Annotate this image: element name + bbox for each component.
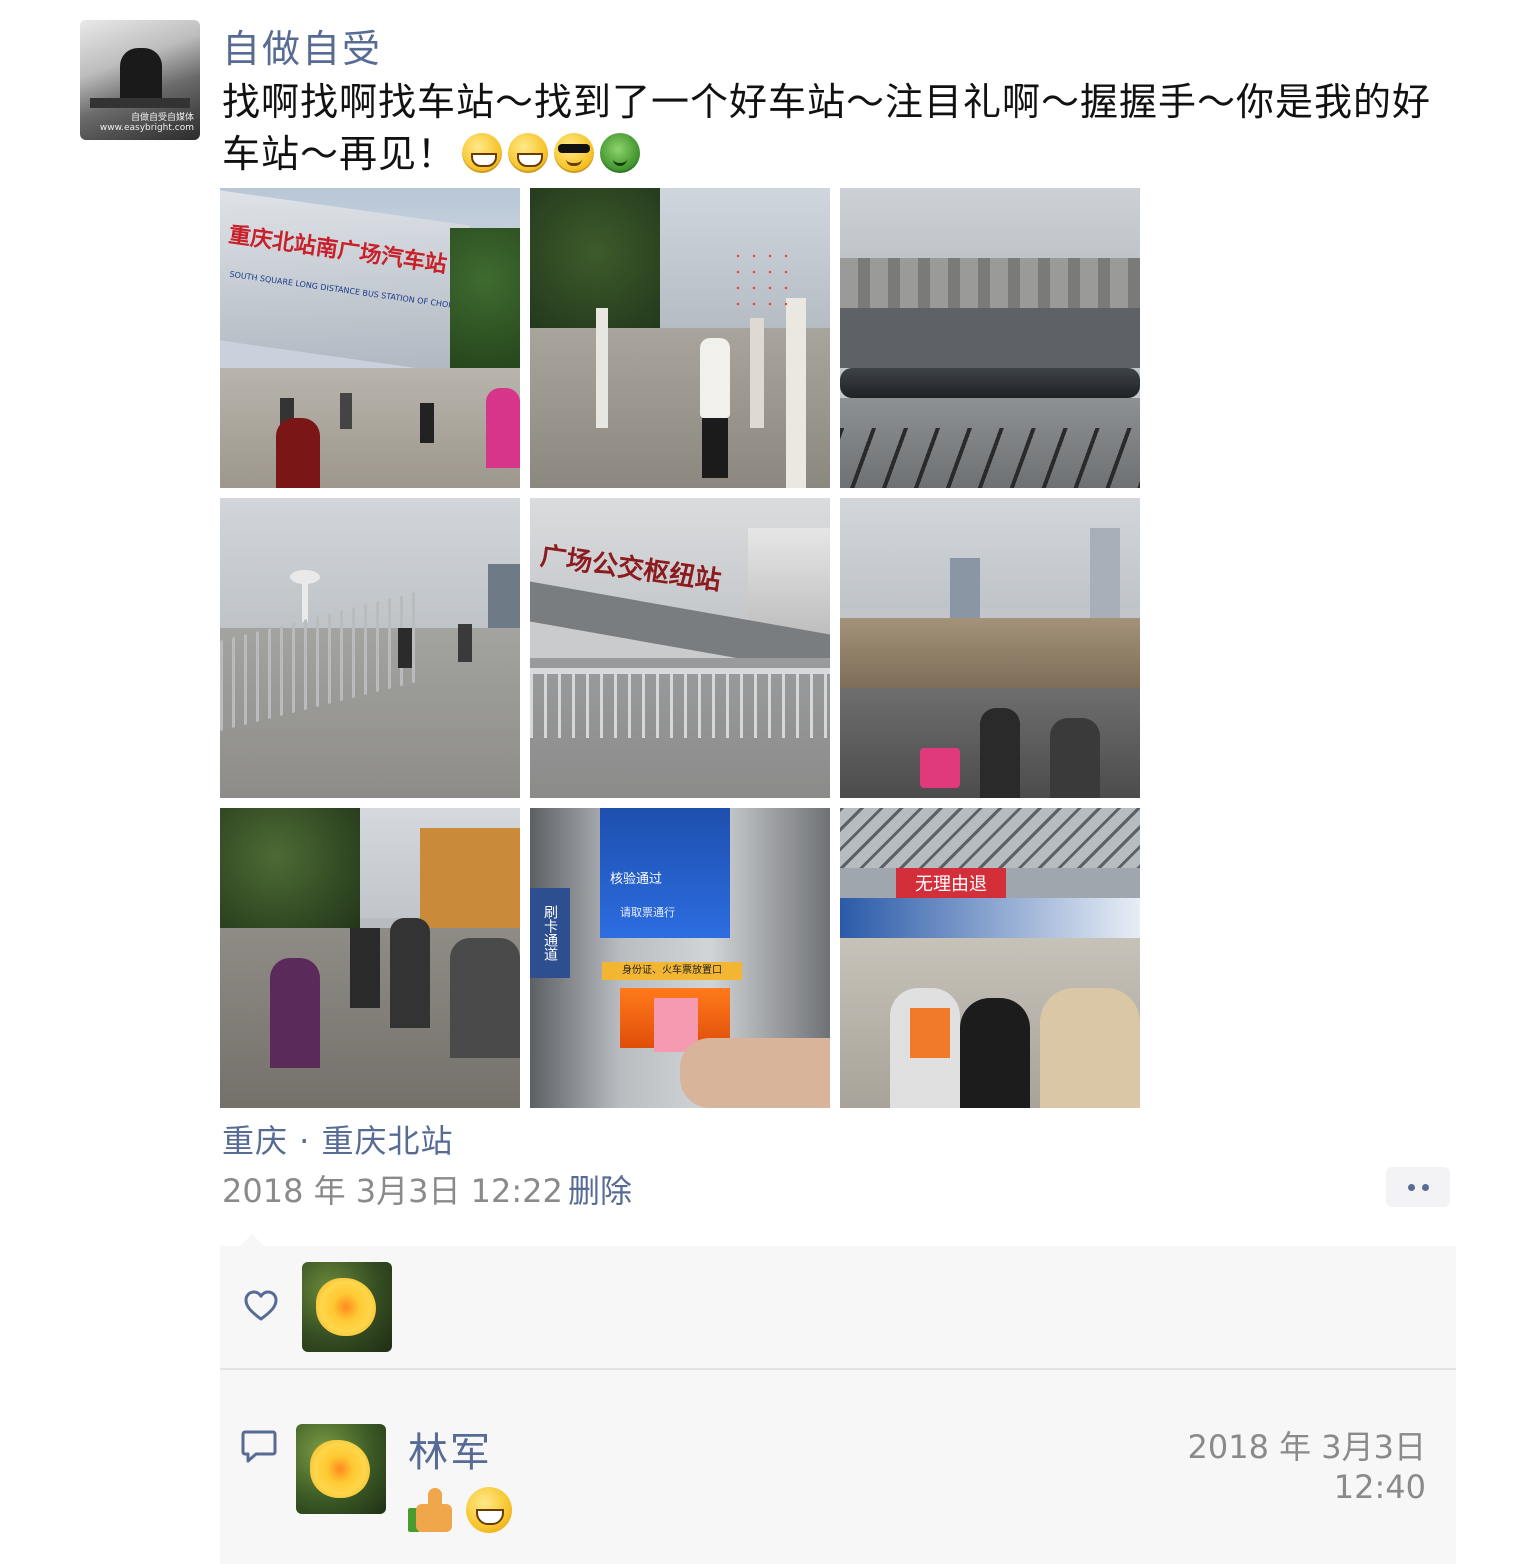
- commenter-avatar[interactable]: [296, 1424, 386, 1514]
- post-text-content: 找啊找啊找车站～找到了一个好车站～注目礼啊～握握手～你是我的好车站～再见！: [222, 80, 1432, 176]
- photo-construction-crowd[interactable]: [840, 498, 1140, 798]
- dot-icon: [1422, 1184, 1429, 1191]
- photo-bus-hub-sign[interactable]: 广场公交枢纽站: [530, 498, 830, 798]
- yellow-flower-avatar: [316, 1278, 376, 1336]
- grin-emoji-icon: [466, 1487, 512, 1533]
- heart-icon: [244, 1290, 278, 1321]
- gate-side-label: 刷卡通道: [530, 888, 570, 978]
- comment-content: [408, 1486, 512, 1534]
- photo-waiting-hall[interactable]: 无理由退: [840, 808, 1140, 1108]
- yellow-flower-avatar: [310, 1440, 370, 1498]
- post-timestamp: 2018 年 3月3日 12:22: [222, 1172, 563, 1210]
- comment-time: 2018 年 3月3日 12:40: [1187, 1428, 1426, 1506]
- dot-icon: [1408, 1184, 1415, 1191]
- photo-tree-lined-sidewalk[interactable]: [530, 188, 830, 488]
- grin-emoji-icon: [508, 133, 549, 173]
- photo-crowd-station-plaza[interactable]: [220, 808, 520, 1108]
- sunglasses-emoji-icon: [554, 133, 595, 173]
- post-text: 找啊找啊找车站～找到了一个好车站～注目礼啊～握握手～你是我的好车站～再见！: [222, 76, 1462, 180]
- hall-banner: 无理由退: [896, 868, 1006, 902]
- interactions-panel: [220, 1246, 1456, 1564]
- photo-roadside-railing[interactable]: [840, 188, 1140, 488]
- gate-slot-label: 身份证、火车票放置口: [602, 962, 742, 980]
- avatar-bench: [90, 98, 190, 108]
- gate-screen-bottom: 请取票通行: [620, 906, 675, 919]
- delete-button[interactable]: 删除: [568, 1166, 632, 1212]
- photo-pedestrian-bridge[interactable]: [220, 498, 520, 798]
- panel-pointer: [240, 1234, 264, 1246]
- grin-emoji-icon: [462, 133, 503, 173]
- photo-ticket-gate[interactable]: 核验通过 请取票通行 身份证、火车票放置口 刷卡通道: [530, 808, 830, 1108]
- commenter-name[interactable]: 林军: [408, 1420, 492, 1478]
- likes-comments-divider: [220, 1368, 1456, 1370]
- location-link[interactable]: 重庆 · 重庆北站: [222, 1116, 454, 1162]
- author-avatar[interactable]: 自做自受自媒体 www.easybright.com: [80, 20, 200, 140]
- thumbs-up-emoji-icon: [408, 1486, 456, 1534]
- gate-screen-top: 核验通过: [610, 872, 663, 887]
- author-name[interactable]: 自做自受: [222, 18, 382, 73]
- like-avatar[interactable]: [302, 1262, 392, 1352]
- more-actions-button[interactable]: [1386, 1167, 1450, 1207]
- photo-grid: 重庆北站南广场汽车站 SOUTH SQUARE LONG DISTANCE BU…: [220, 188, 1140, 1108]
- comment-icon: [241, 1430, 277, 1463]
- turtle-emoji-icon: [600, 133, 641, 173]
- photo-chongqing-north-square[interactable]: 重庆北站南广场汽车站 SOUTH SQUARE LONG DISTANCE BU…: [220, 188, 520, 488]
- avatar-watermark: 自做自受自媒体 www.easybright.com: [99, 113, 194, 134]
